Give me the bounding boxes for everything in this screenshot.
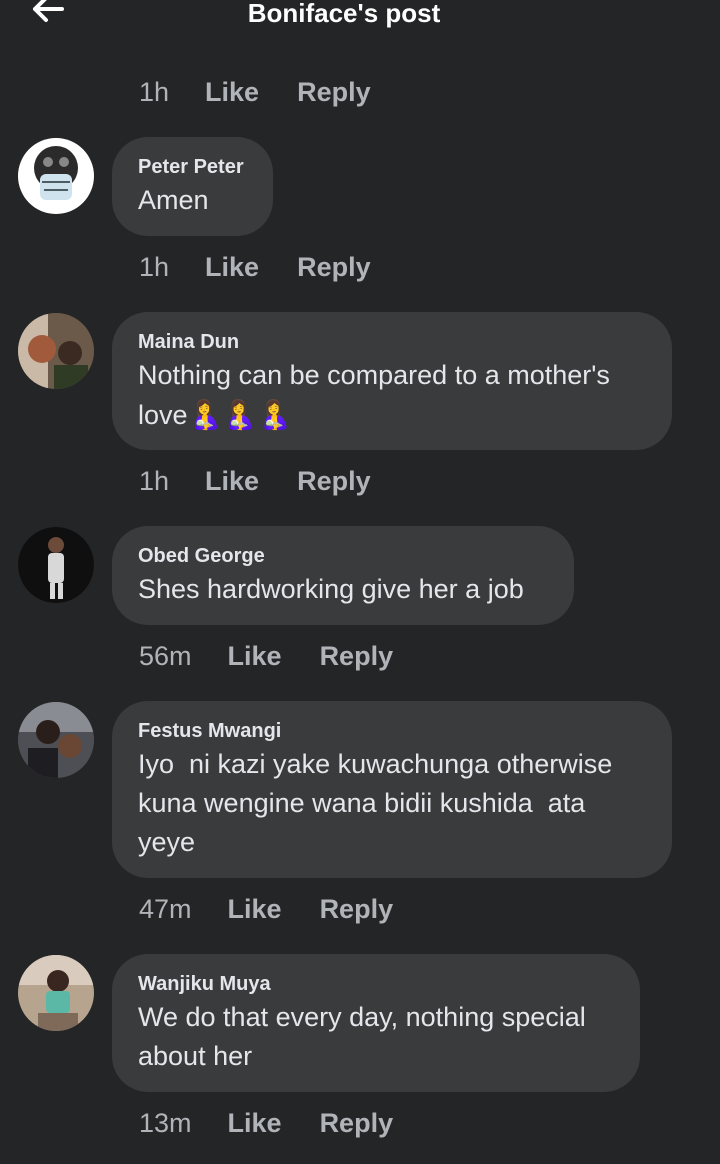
comment-author[interactable]: Wanjiku Muya: [138, 972, 614, 996]
avatar[interactable]: [18, 955, 94, 1031]
comment-text: Iyo ni kazi yake kuwachunga otherwise ku…: [138, 749, 620, 857]
avatar[interactable]: [18, 313, 94, 389]
page-title: Boniface's post: [247, 0, 441, 28]
avatar[interactable]: [18, 702, 94, 778]
comment-bubble: Peter Peter Amen: [112, 137, 273, 236]
like-button[interactable]: Like: [205, 77, 259, 108]
comment-time: 13m: [139, 1108, 192, 1139]
comment-author[interactable]: Maina Dun: [138, 330, 646, 354]
comment-actions: 56m Like Reply: [139, 640, 393, 672]
comment-author[interactable]: Obed George: [138, 544, 548, 568]
comment-actions: 1h Like Reply: [139, 251, 371, 283]
avatar[interactable]: [18, 527, 94, 603]
reply-button[interactable]: Reply: [297, 252, 371, 283]
comment-text: Nothing can be compared to a mother's lo…: [138, 356, 646, 435]
comment-actions: 47m Like Reply: [139, 893, 393, 925]
reply-button[interactable]: Reply: [320, 894, 394, 925]
comment-time: 56m: [139, 641, 192, 672]
like-button[interactable]: Like: [228, 641, 282, 672]
comment-text: We do that every day, nothing special ab…: [138, 1002, 586, 1071]
comment-time: 47m: [139, 894, 192, 925]
like-button[interactable]: Like: [228, 1108, 282, 1139]
reply-button[interactable]: Reply: [320, 641, 394, 672]
like-button[interactable]: Like: [205, 466, 259, 497]
avatar[interactable]: [18, 138, 94, 214]
comment-text: Amen: [138, 185, 209, 215]
comment-text: Shes hardworking give her a job: [138, 574, 524, 604]
like-button[interactable]: Like: [228, 894, 282, 925]
comment-bubble: Wanjiku Muya We do that every day, nothi…: [112, 954, 640, 1092]
mother-baby-emoji: 🤱🤱🤱: [187, 399, 293, 430]
comment-time: 1h: [139, 466, 170, 497]
comment-actions: 1h Like Reply: [139, 76, 371, 108]
reply-button[interactable]: Reply: [297, 466, 371, 497]
comment-author[interactable]: Peter Peter: [138, 155, 247, 179]
comment-time: 1h: [139, 77, 170, 108]
comment-bubble: Festus Mwangi Iyo ni kazi yake kuwachung…: [112, 701, 672, 878]
reply-button[interactable]: Reply: [320, 1108, 394, 1139]
comment-actions: 13m Like Reply: [139, 1107, 393, 1139]
comment-author[interactable]: Festus Mwangi: [138, 719, 646, 743]
comment-bubble: Obed George Shes hardworking give her a …: [112, 526, 574, 625]
reply-button[interactable]: Reply: [297, 77, 371, 108]
top-bar: Boniface's post: [0, 0, 720, 34]
comment-actions: 1h Like Reply: [139, 465, 371, 497]
like-button[interactable]: Like: [205, 252, 259, 283]
comment-time: 1h: [139, 252, 170, 283]
comment-bubble: Maina Dun Nothing can be compared to a m…: [112, 312, 672, 450]
